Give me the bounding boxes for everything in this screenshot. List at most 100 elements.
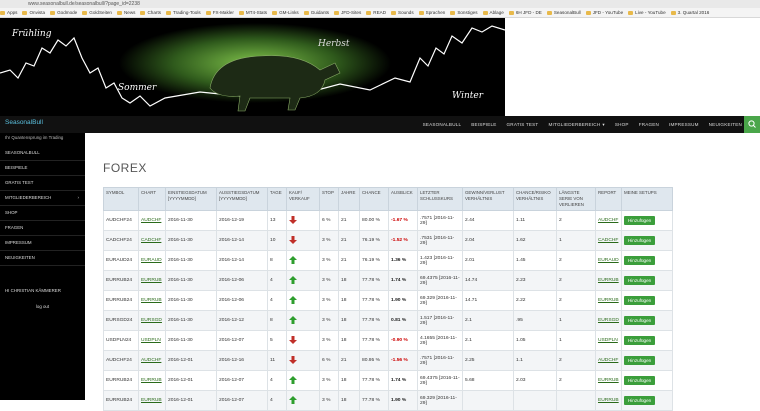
report-cell: AUDCHF xyxy=(595,350,622,371)
entry-date-cell: 2016-11-30 xyxy=(165,290,217,311)
add-setup-button[interactable]: Hinzufügen xyxy=(623,236,656,245)
chart-cell-link[interactable]: EURRUB xyxy=(141,378,162,383)
nav-item-seasonalbull[interactable]: SEASONALBULL xyxy=(423,122,462,127)
bookmark-item[interactable]: Sounds xyxy=(391,10,414,15)
symbol-cell: AUDCHF24 xyxy=(103,350,139,371)
bookmark-item[interactable]: READ xyxy=(366,10,386,15)
bookmark-item[interactable]: Trading-Tools xyxy=(166,10,201,15)
banner-label-spring: Frühling xyxy=(11,29,52,39)
bookmark-item[interactable]: Apps xyxy=(0,10,17,15)
main-content: FOREX SYMBOL CHART EINSTIEGSDATUM [YYYYMMD… xyxy=(85,133,760,411)
add-setup-button[interactable]: Hinzufügen xyxy=(623,276,656,285)
stop-cell: 3 % xyxy=(319,230,339,251)
bookmark-item[interactable]: 6H JFD - DE xyxy=(508,10,542,15)
add-setup-button[interactable]: Hinzufügen xyxy=(623,336,656,345)
nav-item-mitgliederbereich[interactable]: MITGLIEDERBEREICH xyxy=(548,122,600,127)
chart-cell-link[interactable]: EURAUD xyxy=(141,258,162,263)
nav-item-gratis-test[interactable]: GRATIS TEST xyxy=(507,122,539,127)
profit-loss-ratio-cell: 2.44 xyxy=(462,210,514,231)
days-cell: 4 xyxy=(267,270,287,291)
bookmark-item[interactable]: GoldSeiten xyxy=(82,10,112,15)
column-header: REPORT xyxy=(595,187,622,211)
chart-cell-link[interactable]: EURRUB xyxy=(141,278,162,283)
bookmark-item[interactable]: News xyxy=(116,10,136,15)
report-cell: EURRUB xyxy=(595,290,622,311)
symbol-cell: EURRUB24 xyxy=(103,370,139,391)
sidebar-item-beispiele[interactable]: BEISPIELE xyxy=(0,161,85,176)
outlook-cell-value: 1.90 % xyxy=(391,398,407,403)
chart-cell-link[interactable]: EURSGD xyxy=(141,318,162,323)
bookmark-item[interactable]: Guidants xyxy=(303,10,329,15)
report-cell-link[interactable]: EURAUD xyxy=(598,258,619,263)
report-cell-link[interactable]: EURRUB xyxy=(598,378,619,383)
report-cell-link[interactable]: CADCHF xyxy=(598,238,618,243)
sidebar-item-seasonalbull[interactable]: SEASONALBULL xyxy=(0,146,85,161)
last-close-cell: 69.329 [2016-11-29] xyxy=(417,290,463,311)
chart-cell-link[interactable]: AUDCHF xyxy=(141,218,161,223)
bookmark-item[interactable]: Live - YouTube xyxy=(628,10,666,15)
losing-streak-cell: 2 xyxy=(556,350,596,371)
nav-item-impressum[interactable]: IMPRESSUM xyxy=(669,122,699,127)
chart-cell-link[interactable]: AUDCHF xyxy=(141,358,161,363)
chart-cell: AUDCHF xyxy=(138,350,166,371)
last-close-cell: 69.329 [2016-11-29] xyxy=(417,390,463,411)
add-setup-button[interactable]: Hinzufügen xyxy=(623,356,656,365)
nav-item-neuigkeiten[interactable]: NEUIGKEITEN xyxy=(709,122,742,127)
arrow-up-icon xyxy=(289,375,297,384)
bookmark-label: GoldSeiten xyxy=(89,10,112,15)
bookmark-item[interactable]: 3. Quartal 2016 xyxy=(670,10,709,15)
add-setup-button[interactable]: Hinzufügen xyxy=(623,316,656,325)
folder-icon xyxy=(205,10,211,15)
sidebar-item-gratis-test[interactable]: GRATIS TEST xyxy=(0,176,85,191)
report-cell-link[interactable]: EURRUB xyxy=(598,398,619,403)
add-setup-button[interactable]: Hinzufügen xyxy=(623,376,656,385)
bookmark-item[interactable]: Charts xyxy=(140,10,161,15)
bookmark-item[interactable]: JFD - YouTube xyxy=(585,10,623,15)
bookmark-item[interactable]: GM-Links xyxy=(272,10,299,15)
chart-cell-link[interactable]: CADCHF xyxy=(141,238,161,243)
chart-cell-link[interactable]: USDPLN xyxy=(141,338,161,343)
bookmark-item[interactable]: Sprachen xyxy=(418,10,445,15)
report-cell-link[interactable]: EURRUB xyxy=(598,298,619,303)
sidebar-item-impressum[interactable]: IMPRESSUM xyxy=(0,236,85,251)
sidebar-item-shop[interactable]: SHOP xyxy=(0,206,85,221)
chart-cell-link[interactable]: EURRUB xyxy=(141,298,162,303)
report-cell-link[interactable]: USDPLN xyxy=(598,338,618,343)
sidebar-item-fragen[interactable]: FRAGEN xyxy=(0,221,85,236)
chance-cell: 80.00 % xyxy=(359,210,389,231)
chance-risk-ratio-cell: 1.45 xyxy=(513,250,557,271)
bookmark-label: News xyxy=(123,10,136,15)
add-setup-button[interactable]: Hinzufügen xyxy=(623,296,656,305)
logout-link[interactable]: log out xyxy=(0,304,85,309)
bookmark-item[interactable]: JFD-Sites xyxy=(334,10,361,15)
search-button[interactable] xyxy=(744,116,760,133)
bookmark-item[interactable]: Ablage xyxy=(482,10,504,15)
chart-cell-link[interactable]: EURRUB xyxy=(141,398,162,403)
bookmark-item[interactable]: MT4-Stats xyxy=(238,10,267,15)
add-setup-button[interactable]: Hinzufügen xyxy=(623,396,656,405)
direction-cell xyxy=(286,330,320,351)
report-cell-link[interactable]: AUDCHF xyxy=(598,218,618,223)
bookmark-item[interactable]: Godmode xyxy=(50,10,77,15)
sidebar-item-neuigkeiten[interactable]: NEUIGKEITEN xyxy=(0,251,85,266)
profit-loss-ratio-cell: 2.1 xyxy=(462,330,514,351)
add-setup-button[interactable]: Hinzufügen xyxy=(623,216,656,225)
bookmark-item[interactable]: Sonstiges xyxy=(450,10,478,15)
nav-item-beispiele[interactable]: BEISPIELE xyxy=(471,122,496,127)
folder-icon xyxy=(238,10,244,15)
nav-item-fragen[interactable]: FRAGEN xyxy=(639,122,659,127)
chance-cell: 77.78 % xyxy=(359,270,389,291)
bookmark-item[interactable]: SeasonalBull xyxy=(546,10,581,15)
nav-item-shop[interactable]: SHOP xyxy=(615,122,629,127)
brand-link[interactable]: SeasonalBull xyxy=(5,119,43,126)
report-cell-link[interactable]: EURSGD xyxy=(598,318,619,323)
stop-cell: 3 % xyxy=(319,270,339,291)
add-setup-button[interactable]: Hinzufügen xyxy=(623,256,656,265)
report-cell-link[interactable]: EURRUB xyxy=(598,278,619,283)
report-cell-link[interactable]: AUDCHF xyxy=(598,358,618,363)
bookmark-item[interactable]: Onvista xyxy=(22,10,45,15)
bookmark-item[interactable]: FX-Makler xyxy=(205,10,234,15)
symbol-cell: EURRUB24 xyxy=(103,390,139,411)
chance-risk-ratio-cell: 2.22 xyxy=(513,290,557,311)
sidebar-item-mitgliederbereich[interactable]: MITGLIEDERBEREICH › xyxy=(0,191,85,206)
